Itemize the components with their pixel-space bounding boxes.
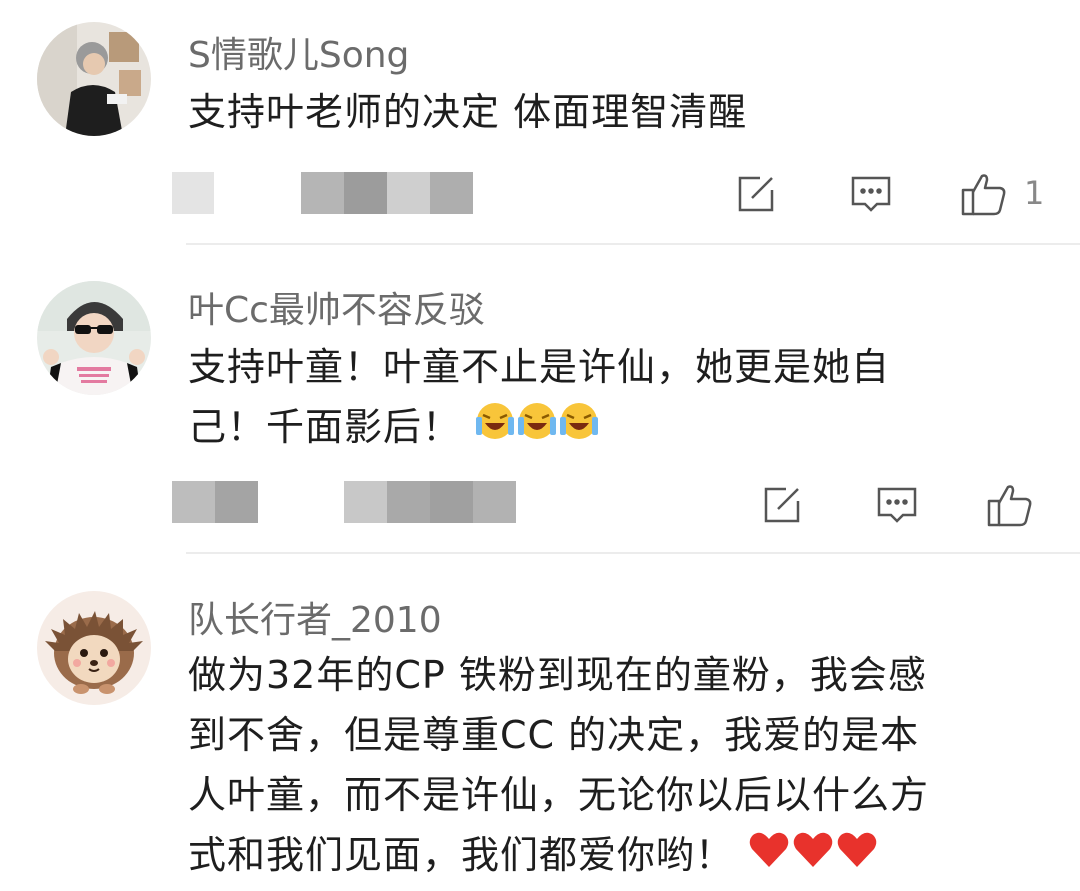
avatar[interactable] <box>37 22 151 136</box>
blurred-meta <box>172 481 258 523</box>
avatar[interactable] <box>37 281 151 395</box>
comment-text: 支持叶童！叶童不止是许仙，她更是她自 己！千面影后！ <box>188 337 1048 460</box>
red-heart-emoji <box>747 827 879 888</box>
comment-text: 做为32年的CP 铁粉到现在的童粉，我会感 到不舍，但是尊重CC 的决定，我爱的… <box>188 645 1048 888</box>
laughing-crying-emoji <box>474 399 600 460</box>
comment-item: S情歌儿Song 支持叶老师的决定 体面理智清醒 1 <box>0 0 1080 245</box>
comment-text-line: 支持叶童！叶童不止是许仙，她更是她自 <box>188 345 891 389</box>
blurred-meta <box>344 481 516 523</box>
divider <box>186 552 1080 554</box>
comment-text-line: 人叶童，而不是许仙，无论你以后以什么方 <box>188 773 930 817</box>
hedgehog-avatar[interactable] <box>37 591 151 705</box>
thumbs-up-icon[interactable] <box>986 481 1034 529</box>
comment-text-segment: 式和我们见面，我们都爱你哟！ <box>188 833 735 877</box>
username[interactable]: S情歌儿Song <box>188 26 409 78</box>
repost-icon[interactable] <box>760 483 804 527</box>
comment-text-line: 己！千面影后！ <box>188 397 1048 460</box>
comment-item: 队长行者_2010 做为32年的CP 铁粉到现在的童粉，我会感 到不舍，但是尊重… <box>0 555 1080 891</box>
comment-icon[interactable] <box>849 172 893 216</box>
repost-icon[interactable] <box>734 172 778 216</box>
comment-item: 叶Cc最帅不容反驳 支持叶童！叶童不止是许仙，她更是她自 己！千面影后！ <box>0 245 1080 555</box>
comment-text: 支持叶老师的决定 体面理智清醒 <box>188 90 748 134</box>
blurred-meta <box>172 172 214 214</box>
username[interactable]: 叶Cc最帅不容反驳 <box>188 281 485 333</box>
username[interactable]: 队长行者_2010 <box>188 591 442 643</box>
comment-text-segment: 己！千面影后！ <box>188 405 462 449</box>
thumbs-up-icon[interactable] <box>960 170 1008 218</box>
comment-text-line: 到不舍，但是尊重CC 的决定，我爱的是本 <box>188 713 920 757</box>
comment-text-line: 做为32年的CP 铁粉到现在的童粉，我会感 <box>188 653 927 697</box>
comment-icon[interactable] <box>875 483 919 527</box>
like-count: 1 <box>1024 174 1045 212</box>
blurred-meta <box>301 172 473 214</box>
comment-text-line: 式和我们见面，我们都爱你哟！ <box>188 825 1048 888</box>
